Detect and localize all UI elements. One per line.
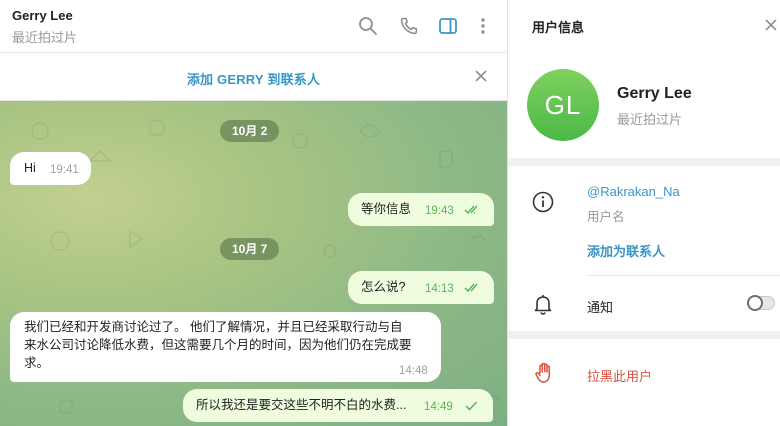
message-time: 19:41 (50, 164, 79, 176)
double-check-icon (464, 283, 478, 293)
chat-contact-name[interactable]: Gerry Lee (12, 8, 73, 23)
block-user-button[interactable]: 拉黑此用户 (587, 366, 652, 385)
chat-contact-status: 最近拍过片 (12, 30, 78, 45)
message-text: Hi (24, 161, 36, 175)
date-separator: 10月 2 (220, 120, 280, 142)
avatar[interactable]: GL (527, 69, 599, 141)
message-bubble-incoming[interactable]: 我们已经和开发商讨论过了。 他们了解情况，并且已经采取行动与自 来水公司讨论降低… (10, 312, 441, 382)
message-bubble-outgoing[interactable]: 所以我还是要交这些不明不白的水费... 14:49 (183, 389, 493, 422)
username-link[interactable]: @Rakrakan_Na (587, 184, 680, 199)
message-text: 怎么说? (361, 280, 406, 294)
message-time: 14:49 (424, 401, 453, 413)
double-check-icon (464, 205, 478, 215)
message-text: 所以我还是要交这些不明不白的水费... (196, 398, 407, 412)
bell-icon (534, 295, 552, 315)
phone-icon[interactable] (397, 14, 421, 38)
message-line: 来水公司讨论降低水费，但这需要几个月的时间，因为他们仍在完成要 (24, 338, 412, 352)
message-time: 19:43 (425, 205, 454, 217)
message-line: 我们已经和开发商讨论过了。 他们了解情况，并且已经采取行动与自 (24, 320, 403, 334)
add-contact-button[interactable]: 添加为联系人 (587, 241, 665, 260)
panel-title: 用户信息 (532, 20, 585, 35)
divider (587, 275, 780, 276)
message-time: 14:13 (425, 283, 454, 295)
notifications-toggle[interactable] (747, 295, 775, 311)
profile-section: 用户信息 GL Gerry Lee 最近拍过片 (508, 0, 780, 158)
message-text: 我们已经和开发商讨论过了。 他们了解情况，并且已经采取行动与自 来水公司讨论降低… (24, 318, 412, 372)
sidebar-toggle-icon[interactable] (436, 14, 460, 38)
check-icon (465, 401, 478, 411)
profile-name: Gerry Lee (617, 85, 692, 102)
close-icon[interactable] (763, 17, 779, 33)
user-info-panel: 用户信息 GL Gerry Lee 最近拍过片 @Rakrakan_Na 用户名… (507, 0, 780, 426)
add-contact-link[interactable]: 添加 GERRY 到联系人 (0, 69, 507, 88)
message-bubble-outgoing[interactable]: 等你信息 19:43 (348, 193, 494, 226)
message-time: 14:48 (399, 365, 428, 377)
profile-status: 最近拍过片 (617, 112, 683, 127)
date-separator: 10月 7 (220, 238, 280, 260)
message-bubble-outgoing[interactable]: 怎么说? 14:13 (348, 271, 494, 304)
message-line: 求。 (24, 356, 50, 370)
chat-area: Gerry Lee 最近拍过片 添加 GERRY 到联系人 10月 2 Hi 1… (0, 0, 507, 426)
close-icon[interactable] (473, 68, 489, 84)
message-bubble-incoming[interactable]: Hi 19:41 (10, 152, 91, 185)
more-vertical-icon[interactable] (471, 14, 495, 38)
chat-header[interactable]: Gerry Lee 最近拍过片 (0, 0, 507, 53)
details-section: @Rakrakan_Na 用户名 添加为联系人 通知 (508, 166, 780, 331)
username-label: 用户名 (587, 210, 625, 224)
stop-hand-icon (535, 362, 551, 383)
toggle-knob (747, 295, 763, 311)
message-text: 等你信息 (361, 202, 412, 216)
notifications-label: 通知 (587, 300, 614, 315)
search-icon[interactable] (356, 14, 380, 38)
danger-section: 拉黑此用户 (508, 339, 780, 426)
add-contact-banner: 添加 GERRY 到联系人 (0, 53, 507, 101)
info-icon (532, 191, 554, 213)
message-list[interactable]: 10月 2 Hi 19:41 等你信息 19:43 10月 7 怎么说? 14:… (0, 101, 507, 426)
